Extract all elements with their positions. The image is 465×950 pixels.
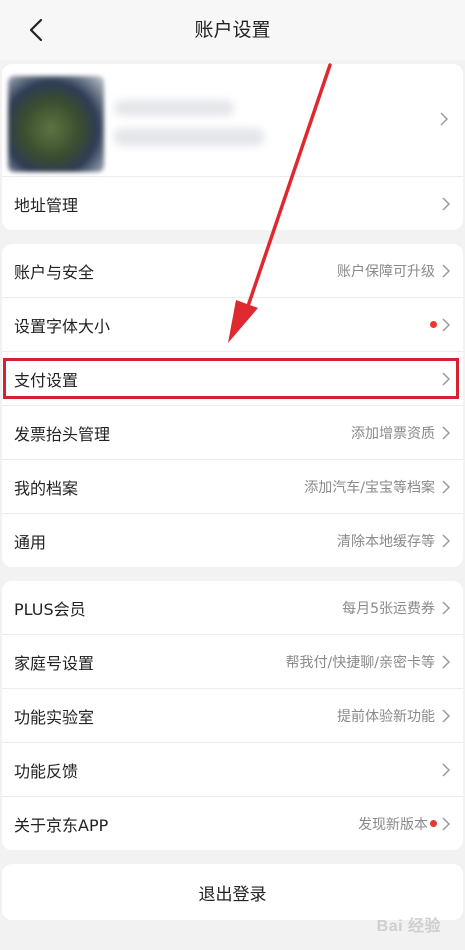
profile-row[interactable] [2,64,463,177]
header-bar: 账户设置 [0,0,465,60]
page-title: 账户设置 [194,19,271,41]
chevron-right-icon [441,371,451,386]
chevron-right-icon [441,263,451,278]
row-label: 通用 [14,532,47,552]
row-label: 我的档案 [14,478,79,498]
row-value: 账户保障可升级 [337,263,435,280]
payment-settings-row[interactable]: 支付设置 [2,352,463,406]
logout-label: 退出登录 [198,884,267,905]
row-label: 账户与安全 [14,262,95,282]
plus-member-row[interactable]: PLUS会员 每月5张运费券 [2,581,463,635]
feature-lab-row[interactable]: 功能实验室 提前体验新功能 [2,689,463,743]
blurred-username [114,100,234,116]
chevron-right-icon [441,654,451,669]
row-label: 关于京东APP [14,815,109,835]
row-value: 帮我付/快捷聊/亲密卡等 [285,654,435,671]
row-value: 提前体验新功能 [337,708,435,725]
row-label: 地址管理 [14,195,79,215]
row-label: 发票抬头管理 [14,424,111,444]
row-label: 设置字体大小 [14,316,111,336]
settings-group-1: 账户与安全 账户保障可升级 设置字体大小 支付设置 发票抬头管理 添加增票资质 … [2,244,463,567]
about-app-row[interactable]: 关于京东APP 发现新版本 [2,797,463,850]
settings-group-2: PLUS会员 每月5张运费券 家庭号设置 帮我付/快捷聊/亲密卡等 功能实验室 … [2,581,463,850]
chevron-right-icon [441,317,451,332]
row-label: 功能实验室 [14,707,95,727]
chevron-right-icon [441,816,451,831]
family-account-row[interactable]: 家庭号设置 帮我付/快捷聊/亲密卡等 [2,635,463,689]
row-value: 清除本地缓存等 [337,533,435,550]
invoice-header-row[interactable]: 发票抬头管理 添加增票资质 [2,406,463,460]
account-security-row[interactable]: 账户与安全 账户保障可升级 [2,244,463,298]
row-value: 添加汽车/宝宝等档案 [304,479,435,496]
row-label: 功能反馈 [14,761,79,781]
row-label: PLUS会员 [14,599,86,619]
row-label: 家庭号设置 [14,653,95,673]
notification-dot [430,321,437,328]
blurred-user-info [114,128,264,146]
chevron-right-icon [441,762,451,777]
general-row[interactable]: 通用 清除本地缓存等 [2,514,463,567]
my-profile-row[interactable]: 我的档案 添加汽车/宝宝等档案 [2,460,463,514]
address-management-row[interactable]: 地址管理 [2,177,463,230]
chevron-right-icon [441,533,451,548]
watermark: Bai 经验 [376,918,441,935]
row-value: 每月5张运费券 [342,600,435,617]
chevron-right-icon [441,708,451,723]
chevron-right-icon [441,479,451,494]
chevron-right-icon [441,196,451,211]
feedback-row[interactable]: 功能反馈 [2,743,463,797]
avatar [8,76,104,172]
chevron-right-icon [441,425,451,440]
profile-card: 地址管理 [2,64,463,230]
chevron-right-icon [439,112,449,126]
row-value: 发现新版本 [358,816,428,833]
row-value: 添加增票资质 [351,425,435,442]
chevron-right-icon [441,600,451,615]
row-label: 支付设置 [14,370,79,390]
notification-dot [430,820,437,827]
font-size-row[interactable]: 设置字体大小 [2,298,463,352]
